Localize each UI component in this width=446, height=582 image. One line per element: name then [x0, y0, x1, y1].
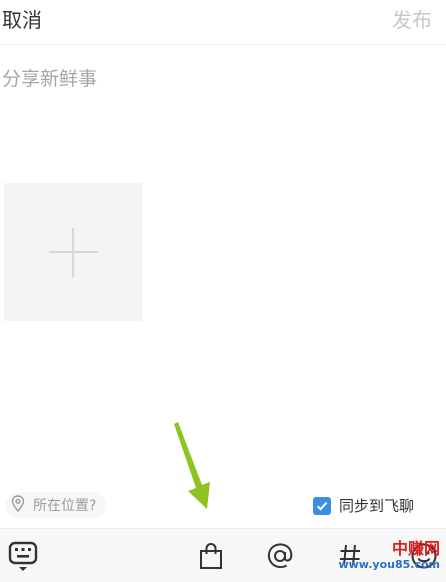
watermark-url: www.you85.com: [338, 558, 440, 571]
watermark-name: 中赚网: [391, 539, 440, 558]
green-arrow-annotation: [174, 422, 210, 509]
watermark: 中赚网 www.you85.com: [338, 539, 440, 571]
